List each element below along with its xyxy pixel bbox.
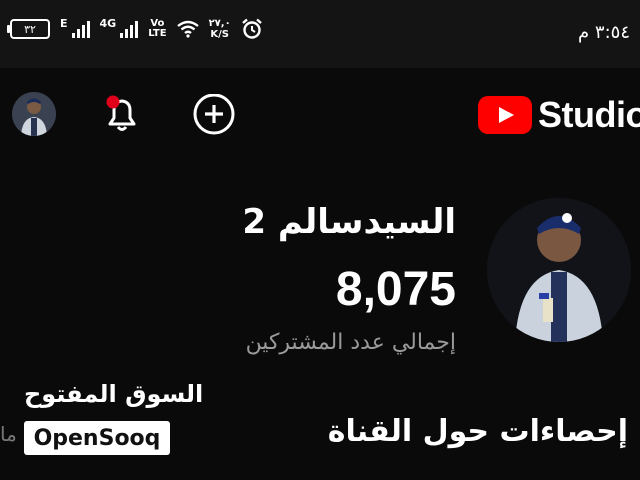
battery-level: ٣٢: [24, 22, 36, 36]
battery-indicator: ٣٢: [7, 19, 50, 39]
youtube-play-icon: [478, 96, 532, 134]
network-speed: ٢٧,٠ K/S: [208, 18, 231, 40]
signal-bars-icon: [120, 20, 139, 38]
clock: ٣:٥٤ م: [578, 22, 630, 43]
add-circle-icon: [193, 93, 235, 135]
alarm-clock-icon: [241, 18, 262, 39]
notifications-button[interactable]: [100, 92, 144, 136]
bell-icon: [106, 95, 136, 131]
wifi-icon: [176, 20, 199, 38]
network-type-4g: 4G: [99, 16, 117, 30]
watermark-arabic: السوق المفتوح: [24, 380, 204, 408]
channel-name: السيدسالم 2: [242, 202, 456, 242]
channel-photo-icon: [487, 198, 631, 342]
youtube-studio-logo: Studio: [478, 94, 640, 136]
subscriber-count: 8,075: [335, 263, 456, 316]
logo-text: Studio: [538, 94, 640, 135]
network-type-e: E: [60, 16, 68, 30]
subscriber-label: إجمالي عدد المشتركين: [245, 330, 456, 355]
notification-dot: [106, 95, 120, 109]
user-photo-icon: [12, 92, 56, 136]
status-bar: ٣٢ E 4G Vo LTE ٢٧,٠ K/S ٣:٥٤ م: [0, 0, 640, 68]
watermark-latin: OpenSooq: [33, 425, 161, 451]
status-icons: ٣٢ E 4G Vo LTE ٢٧,٠ K/S: [7, 16, 263, 40]
volte-indicator: Vo LTE: [148, 18, 167, 39]
partial-offscreen-text: ما: [0, 422, 17, 446]
signal-bars-icon: [71, 20, 90, 38]
account-avatar[interactable]: [12, 92, 56, 136]
watermark-logo: OpenSooq: [24, 421, 170, 455]
channel-avatar[interactable]: [487, 198, 631, 342]
channel-analytics-title: إحصاءات حول القناة: [327, 414, 628, 449]
create-button[interactable]: [192, 93, 236, 138]
